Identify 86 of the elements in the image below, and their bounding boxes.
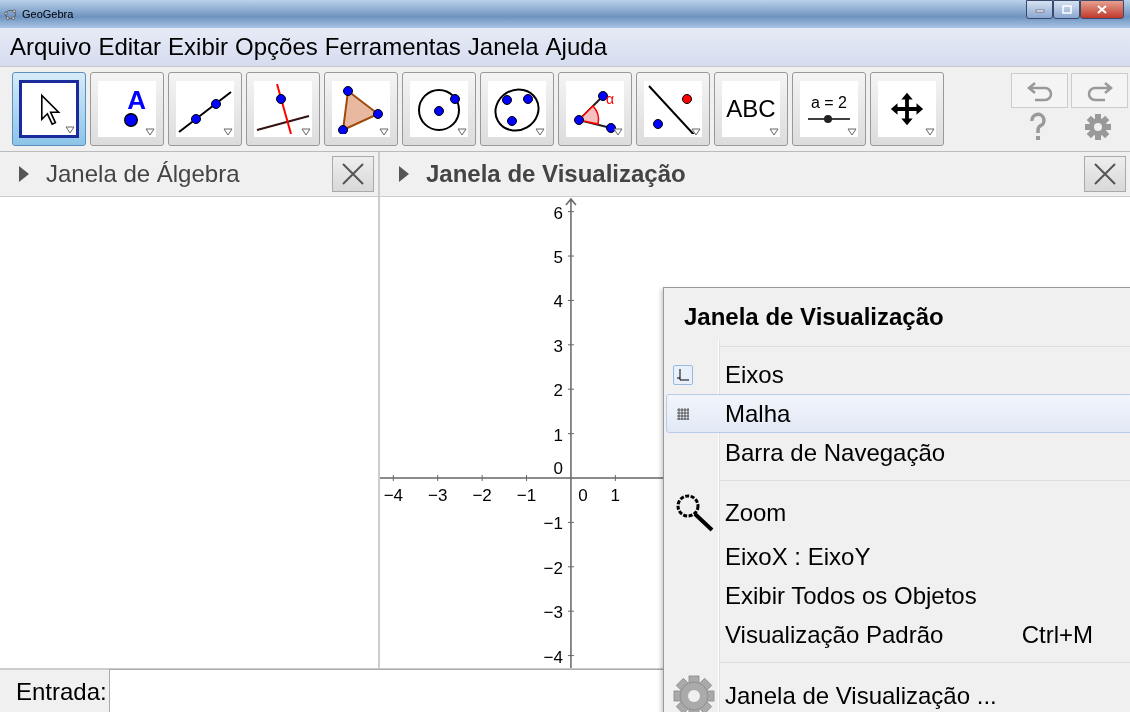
caret-icon <box>847 128 857 136</box>
point-label: A <box>127 85 146 116</box>
panel-title: Janela de Visualização <box>426 160 686 188</box>
caret-icon <box>691 128 701 136</box>
tool-button[interactable]: A <box>90 72 164 146</box>
origin-label: 0 <box>553 459 563 478</box>
tool-button[interactable] <box>636 72 710 146</box>
caret-icon <box>535 128 545 136</box>
menu-item[interactable]: Ajuda <box>545 33 607 61</box>
axis-label: −3 <box>428 486 448 505</box>
caret-icon <box>613 128 623 136</box>
menu-item[interactable]: Barra de Navegação <box>666 433 1130 472</box>
caret-icon <box>925 128 935 136</box>
menu-item[interactable]: Janela <box>467 33 539 61</box>
magnifier-icon <box>674 493 714 533</box>
origin-label: 0 <box>578 486 588 505</box>
menu-item[interactable]: Ferramentas <box>324 33 461 61</box>
input-label: Entrada: <box>16 677 107 706</box>
axis-label: −2 <box>472 486 492 505</box>
tool-button[interactable] <box>402 72 476 146</box>
axis-label: −2 <box>543 558 563 578</box>
expand-icon[interactable] <box>18 165 30 183</box>
axis-label: 1 <box>553 425 563 445</box>
tool-button[interactable]: ABC <box>714 72 788 146</box>
menu-item[interactable]: Malha <box>666 394 1130 433</box>
text-tool-label: ABC <box>726 95 776 123</box>
caret-icon <box>223 128 233 136</box>
caret-icon <box>769 128 779 136</box>
menu-item[interactable]: Zoom <box>666 489 1130 537</box>
tool-button[interactable] <box>324 72 398 146</box>
axis-label: 4 <box>553 292 563 312</box>
axis-label: −3 <box>543 603 563 623</box>
axis-label: 1 <box>610 486 621 505</box>
tool-button[interactable]: α <box>558 72 632 146</box>
tool-button[interactable]: a = 2 <box>792 72 866 146</box>
caret-icon <box>145 128 155 136</box>
close-button[interactable] <box>332 156 374 192</box>
app-icon <box>4 7 17 21</box>
axis-label: −1 <box>543 514 563 534</box>
caret-icon <box>301 128 311 136</box>
menu-item[interactable]: EixoX : EixoY <box>666 537 1130 576</box>
angle-label: α <box>605 91 614 107</box>
maximize-button[interactable] <box>1053 0 1080 19</box>
maximize-icon <box>1061 5 1072 14</box>
tool-button[interactable] <box>168 72 242 146</box>
axis-label: 5 <box>553 248 563 268</box>
menu-item[interactable]: Visualização Padrão Ctrl+M <box>666 615 1130 654</box>
axis-label: 6 <box>553 203 563 223</box>
menu-item[interactable]: Arquivo <box>10 33 92 61</box>
axis-label: 3 <box>553 336 563 356</box>
menu-item[interactable]: Opções <box>235 33 318 61</box>
tool-button[interactable] <box>246 72 320 146</box>
axis-label: −4 <box>383 486 403 505</box>
slider-icon <box>806 114 852 124</box>
menu-item[interactable]: Janela de Visualização ... <box>666 671 1130 712</box>
shortcut-label: Ctrl+M <box>1020 620 1094 649</box>
panel-title: Janela de Álgebra <box>46 160 240 188</box>
window-title: GeoGebra <box>22 8 74 20</box>
point-icon <box>122 111 140 129</box>
axis-label: 2 <box>553 381 563 401</box>
close-icon <box>1097 5 1107 14</box>
menu-item[interactable]: Exibir Todos os Objetos <box>666 576 1130 615</box>
close-button[interactable] <box>1080 0 1124 19</box>
close-icon <box>1092 161 1118 187</box>
move-arrows-icon <box>888 90 926 128</box>
axis-label: −1 <box>516 486 537 505</box>
slider-label: a = 2 <box>811 94 847 112</box>
perpendicular-lines-icon <box>255 84 311 134</box>
menu-item[interactable]: Eixos <box>666 355 1130 394</box>
close-icon <box>340 161 366 187</box>
menu-item[interactable]: Exibir <box>168 33 229 61</box>
tool-button[interactable] <box>870 72 944 146</box>
expand-icon[interactable] <box>398 165 410 183</box>
tool-button[interactable] <box>480 72 554 146</box>
close-button[interactable] <box>1084 156 1126 192</box>
menu-item[interactable]: Editar <box>98 33 162 61</box>
minimize-button[interactable] <box>1026 0 1053 19</box>
axis-label: −4 <box>543 647 563 667</box>
redo-button[interactable] <box>1071 73 1128 108</box>
menu-title: Janela de Visualização <box>683 302 945 332</box>
undo-button[interactable] <box>1011 73 1068 108</box>
caret-icon <box>457 128 467 136</box>
caret-icon <box>65 126 75 134</box>
caret-icon <box>379 128 389 136</box>
minimize-icon <box>1034 6 1045 13</box>
tool-button[interactable] <box>12 72 86 146</box>
